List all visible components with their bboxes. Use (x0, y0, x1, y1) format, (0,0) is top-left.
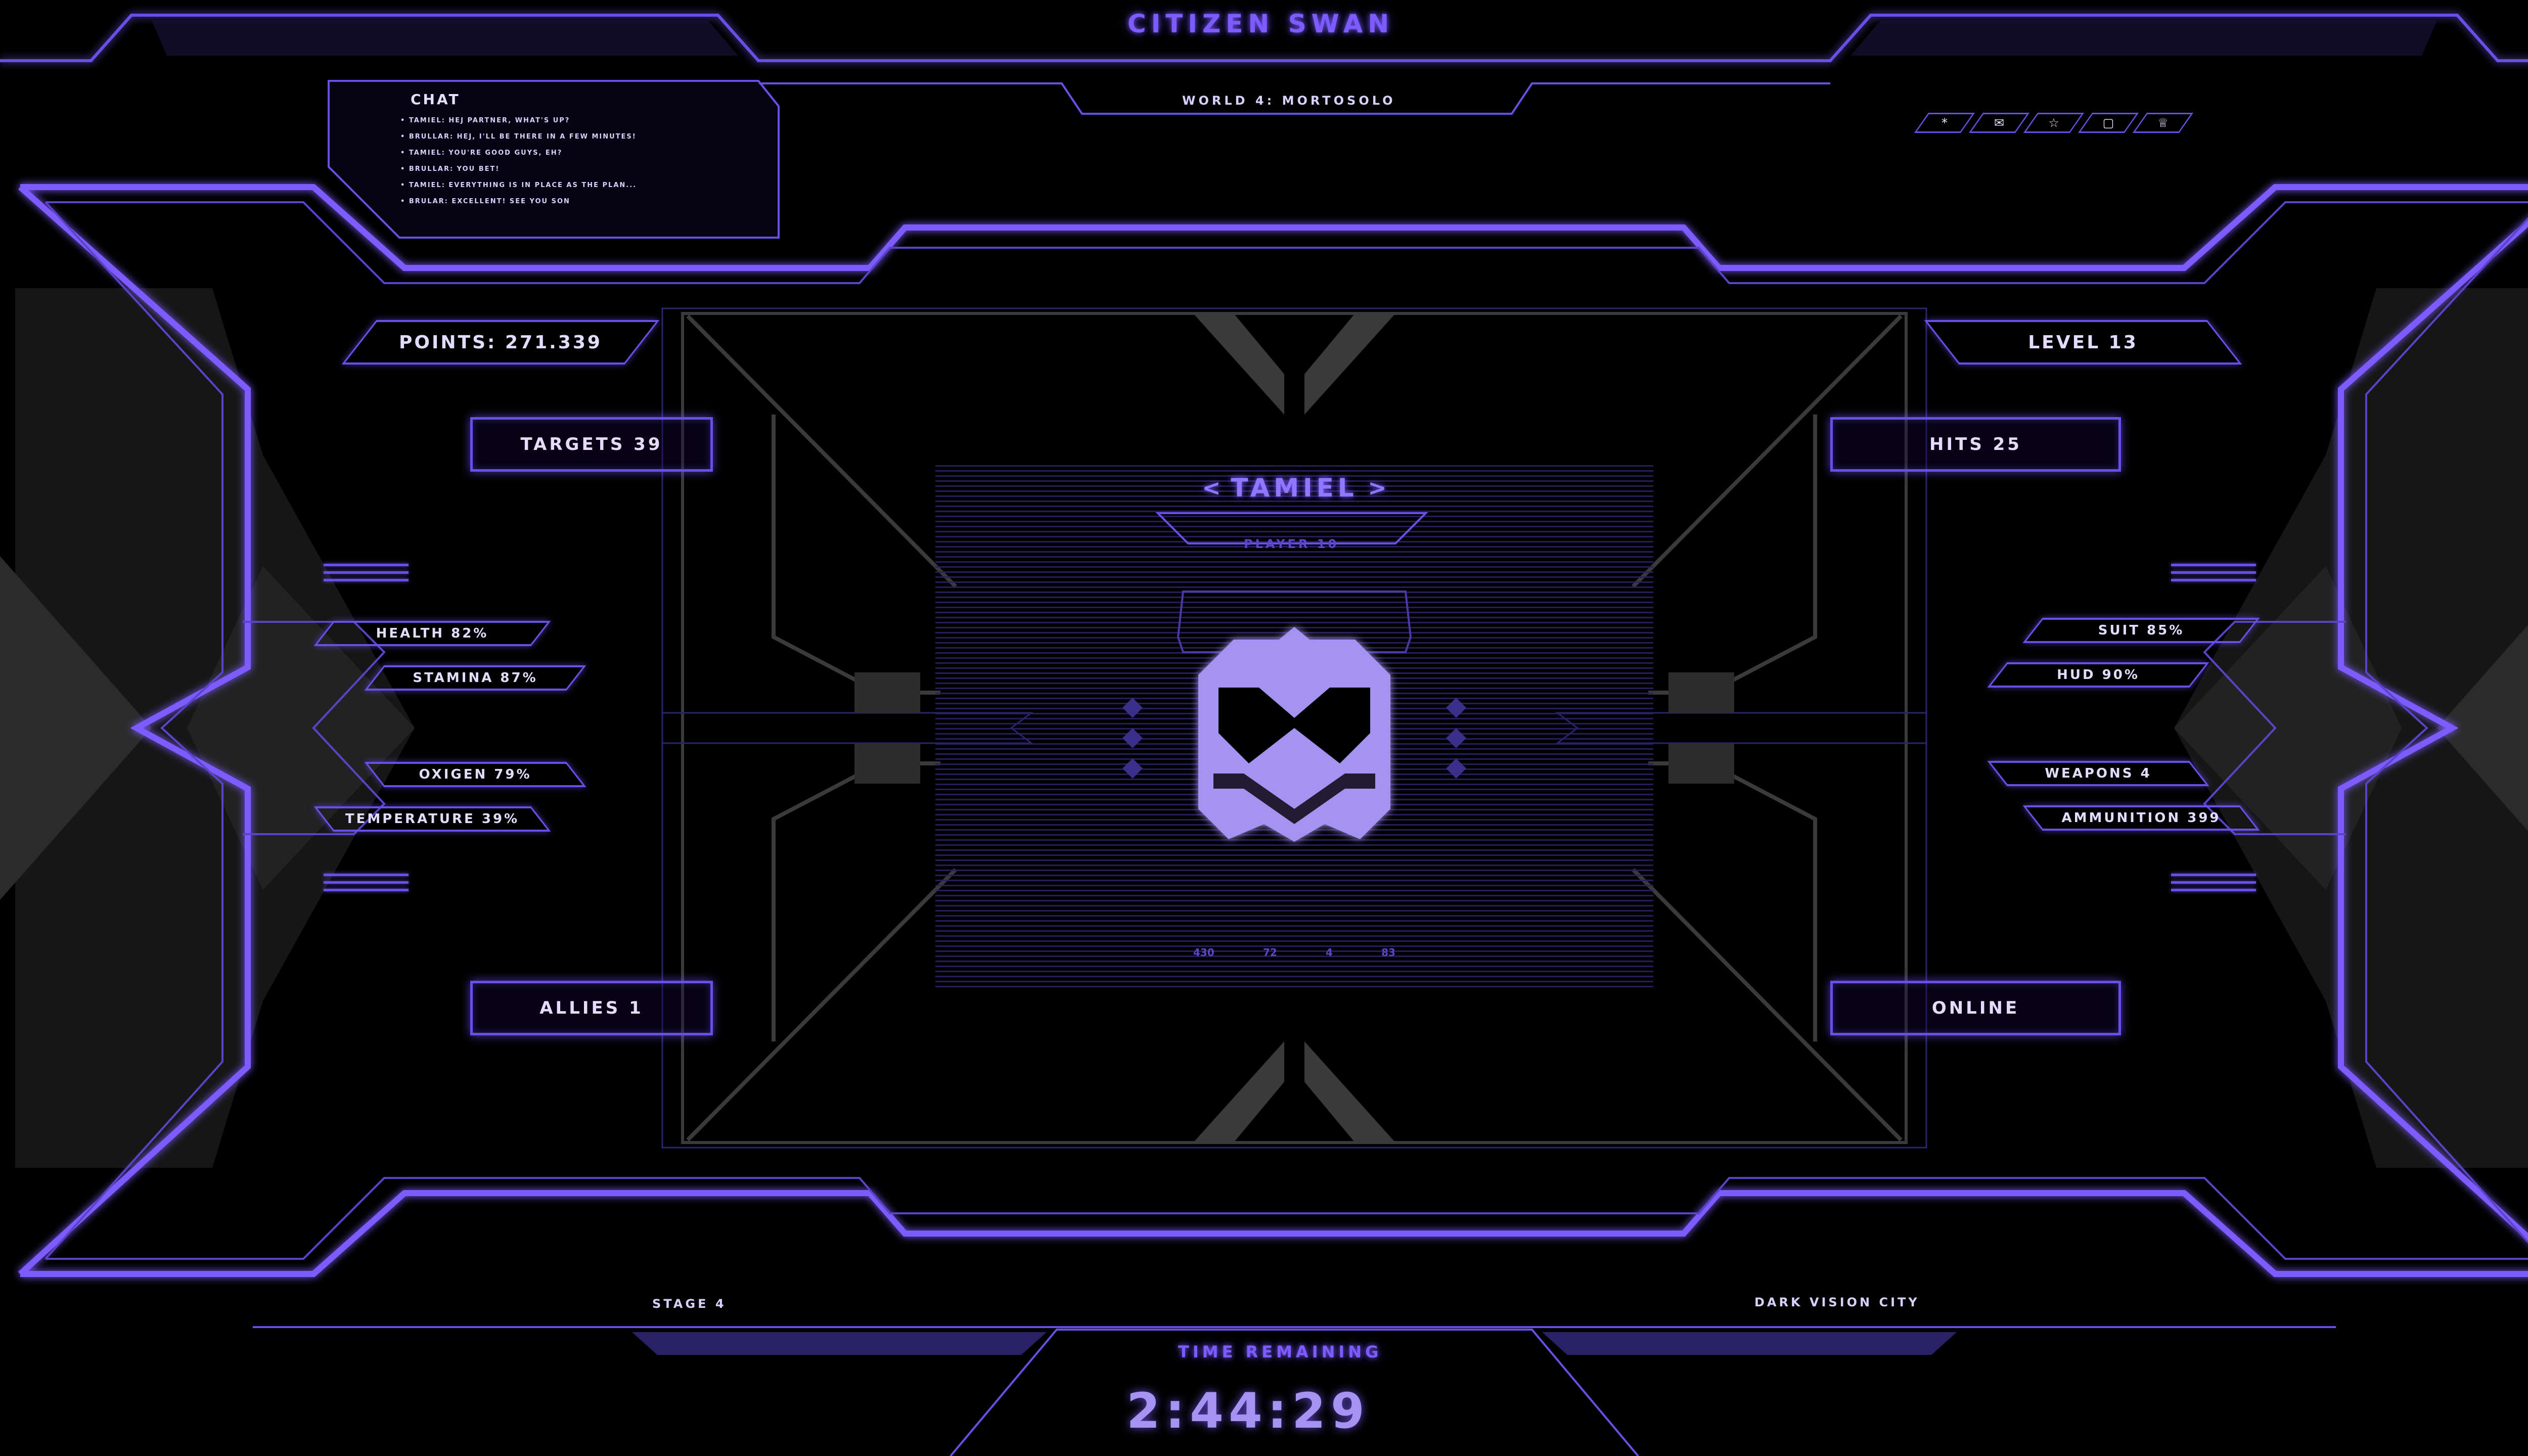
chat-title: CHAT (411, 91, 461, 108)
crown-icon-glyph: ♕ (2157, 116, 2169, 130)
stage-label: STAGE 4 (652, 1297, 727, 1311)
chat-message: • TAMIEL: HEJ PARTNER, WHAT'S UP? (400, 117, 570, 124)
weapons-bar: WEAPONS 4 (1997, 761, 2199, 786)
mail-icon[interactable]: ✉ (1976, 113, 2022, 133)
mail-icon-glyph: ✉ (1994, 116, 2005, 130)
player-name: TAMIEL (1231, 473, 1358, 503)
side-decor-right (2174, 288, 2528, 1168)
hits-box: HITS 25 (1830, 417, 2121, 472)
chat-message: • TAMIEL: YOU'RE GOOD GUYS, EH? (400, 149, 563, 157)
player-readout-value: 72 (1262, 946, 1277, 959)
health-bar: HEALTH 82% (324, 621, 541, 646)
chat-message: • TAMIEL: EVERYTHING IS IN PLACE AS THE … (400, 181, 637, 189)
star-icon[interactable]: ☆ (2030, 113, 2077, 133)
crown-icon[interactable]: ♕ (2140, 113, 2186, 133)
menu-lines-right-top (2171, 564, 2256, 589)
points-label: POINTS: 271.339 (359, 320, 642, 365)
level-label: LEVEL 13 (1942, 320, 2225, 365)
star-icon-glyph: ☆ (2048, 116, 2059, 130)
player-readout-value: 4 (1326, 946, 1333, 959)
chat-message: • BRULAR: EXCELLENT! SEE YOU SON (400, 198, 570, 205)
bracket-right-icon: > (1368, 475, 1387, 501)
player-readouts: 430 72 4 83 (1193, 946, 1395, 959)
bracket-left-icon: < (1202, 475, 1221, 501)
allies-box: ALLIES 1 (470, 981, 713, 1035)
chat-message: • BRULLAR: YOU BET! (400, 165, 500, 173)
footer-bar-right (1542, 1332, 1957, 1355)
top-title-bar-fill-right (1850, 20, 2437, 56)
chat-panel: CHAT • TAMIEL: HEJ PARTNER, WHAT'S UP? • … (354, 91, 758, 233)
ammunition-bar: AMMUNITION 399 (2033, 805, 2250, 831)
square-icon-glyph: ▢ (2102, 116, 2114, 130)
world-label: WORLD 4: MORTOSOLO (1182, 94, 1396, 108)
footer-bar-left (632, 1332, 1047, 1355)
time-remaining-value: 2:44:29 (1126, 1383, 1370, 1439)
targets-box: TARGETS 39 (470, 417, 713, 472)
menu-lines-left-bottom (324, 874, 409, 899)
top-title-bar-fill-left (152, 20, 738, 56)
square-icon[interactable]: ▢ (2085, 113, 2132, 133)
time-remaining-label: TIME REMAINING (1178, 1342, 1382, 1361)
center-logo (1198, 627, 1390, 842)
menu-lines-left-top (324, 564, 409, 589)
player-id-label: PLAYER 10 (1244, 537, 1339, 551)
asterisk-icon[interactable]: * (1921, 113, 1968, 133)
asterisk-icon-glyph: * (1942, 116, 1948, 130)
suit-bar: SUIT 85% (2033, 618, 2250, 643)
chat-message: • BRULLAR: HEJ, I'LL BE THERE IN A FEW M… (400, 133, 637, 141)
player-name-row: < TAMIEL > (1163, 470, 1426, 506)
online-status-box: ONLINE (1830, 981, 2121, 1035)
oxygen-bar: OXIGEN 79% (374, 762, 576, 787)
stamina-bar: STAMINA 87% (374, 665, 576, 691)
player-readout-value: 83 (1381, 946, 1395, 959)
hud-bar: HUD 90% (1997, 662, 2199, 688)
side-decor-left (0, 288, 415, 1168)
menu-lines-right-bottom (2171, 874, 2256, 899)
game-title: CITIZEN SWAN (1127, 9, 1394, 38)
chat-message-list: • TAMIEL: HEJ PARTNER, WHAT'S UP? • BRULL… (400, 116, 643, 213)
player-readout-value: 430 (1193, 946, 1214, 959)
temperature-bar: TEMPERATURE 39% (324, 806, 541, 832)
location-label: DARK VISION CITY (1754, 1295, 1920, 1309)
